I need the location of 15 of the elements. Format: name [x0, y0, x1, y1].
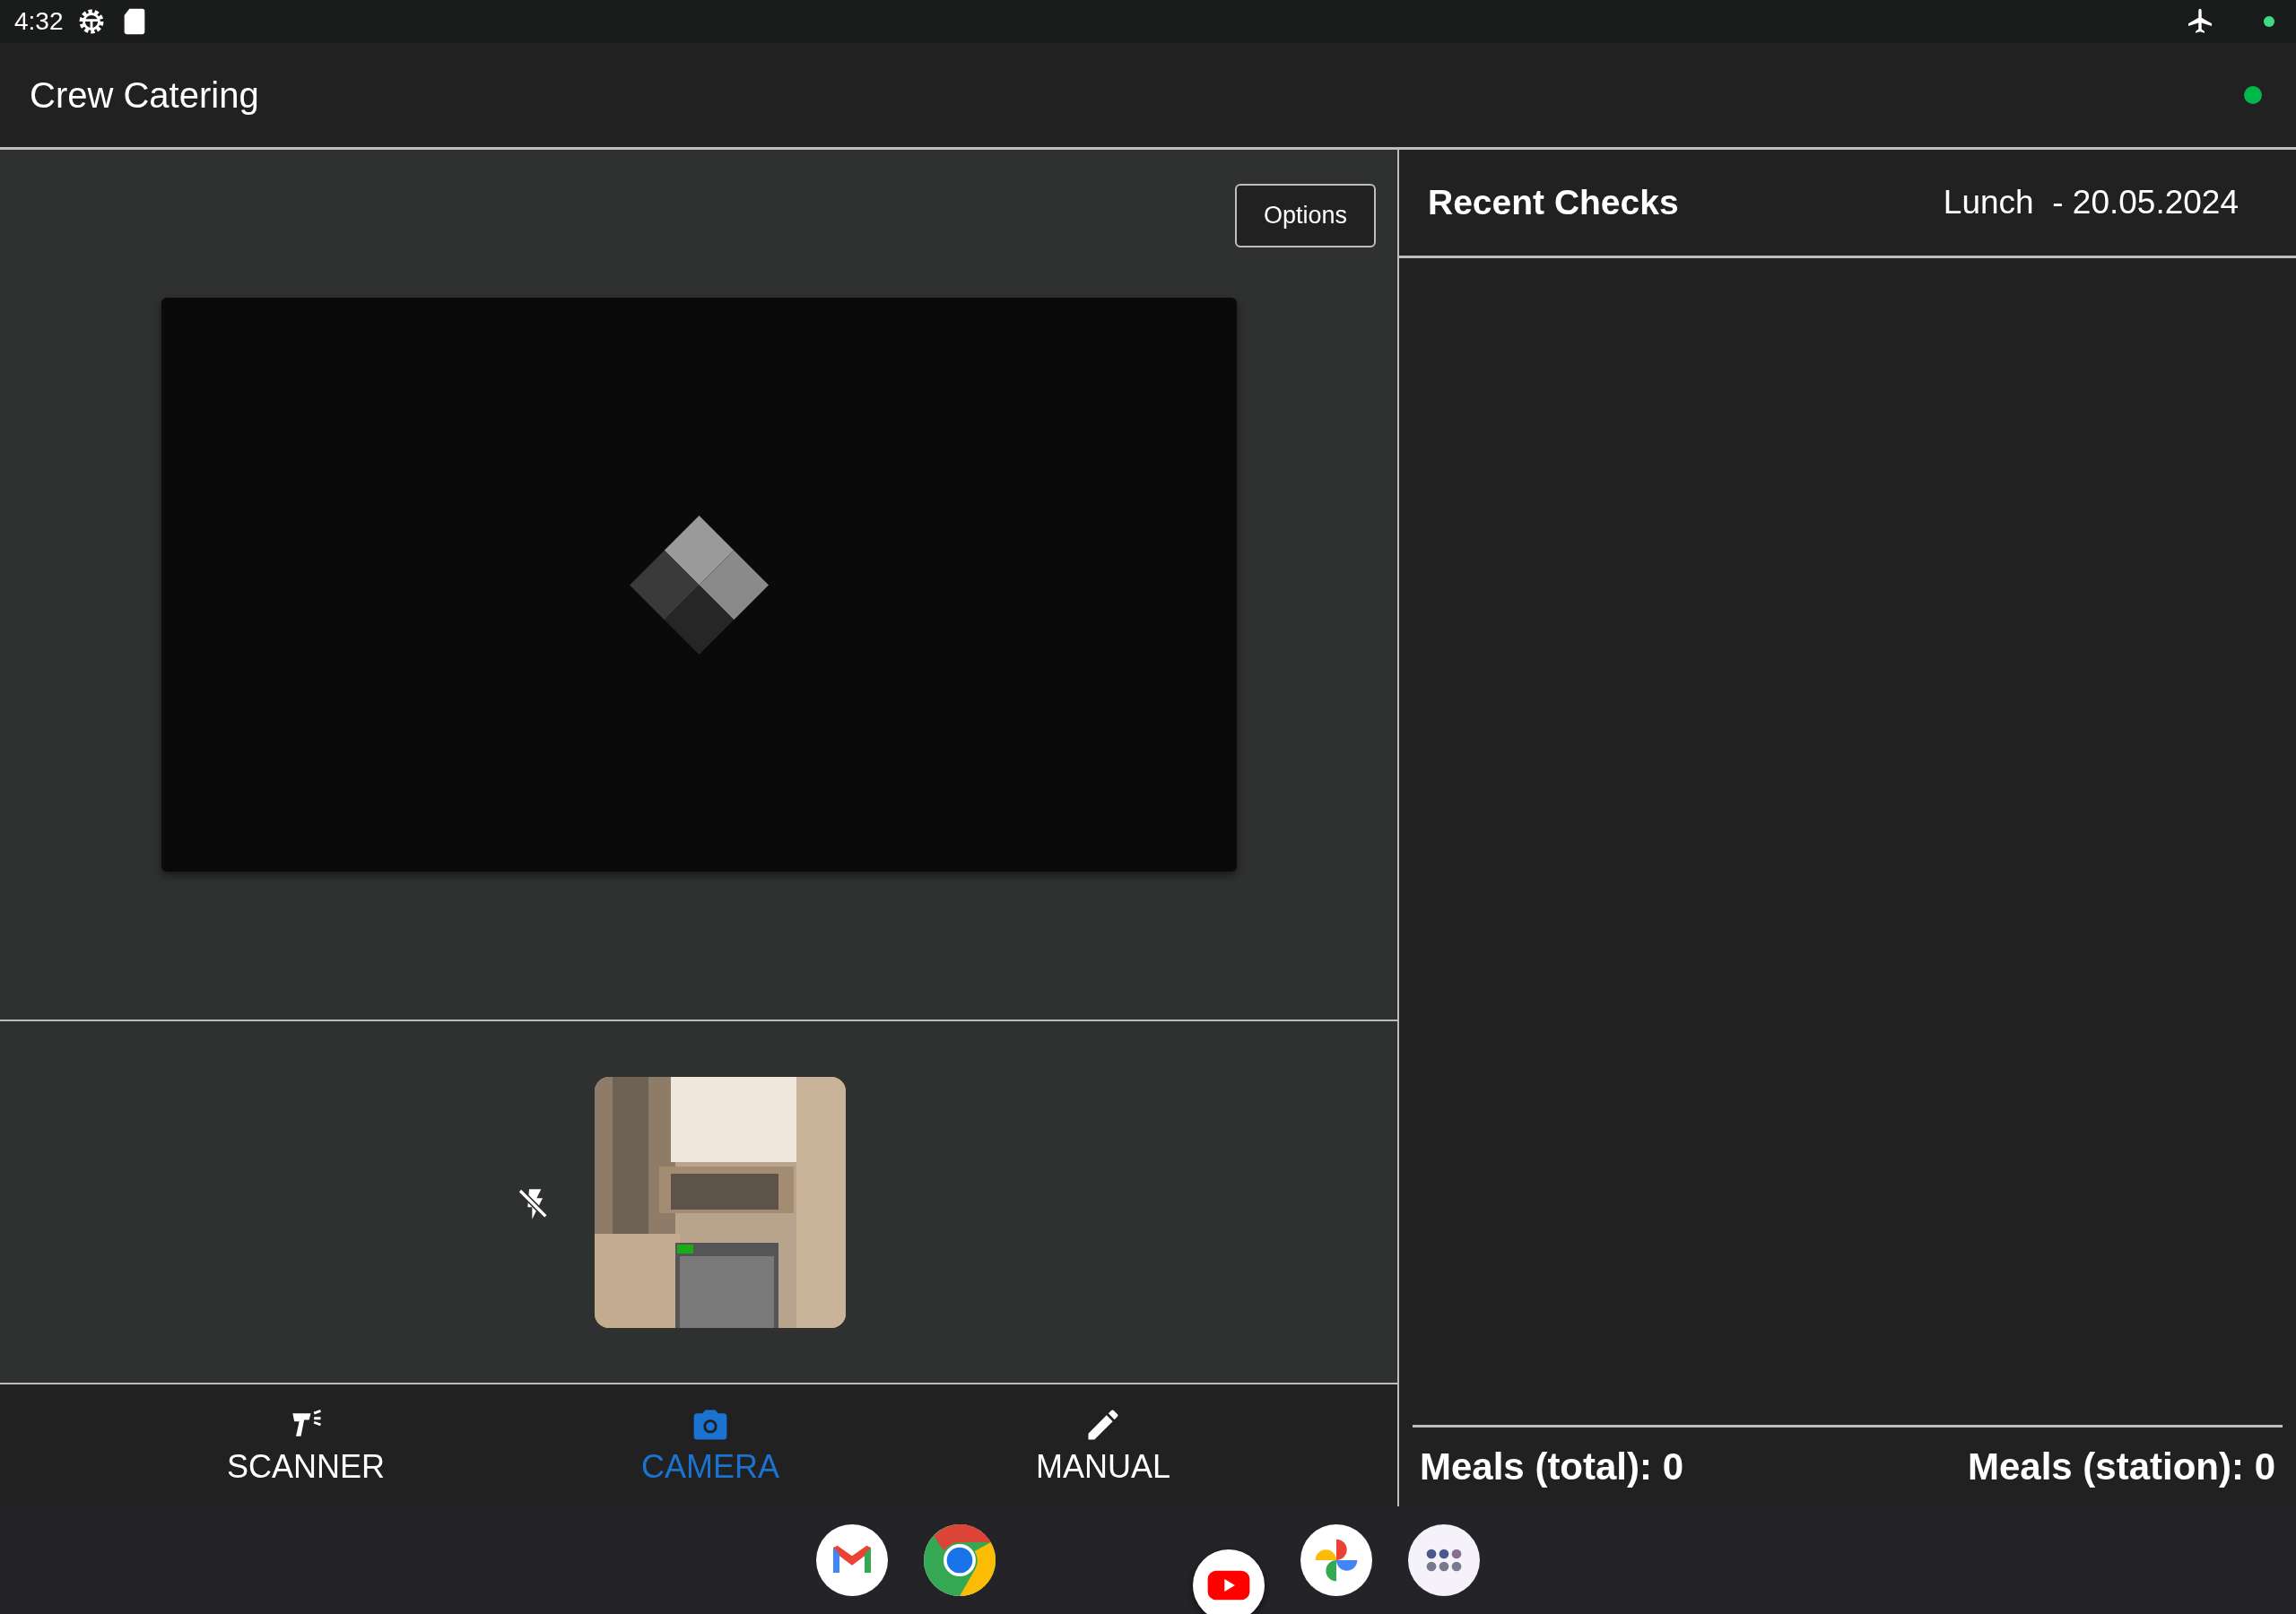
- nav-tab[interactable]: MANUAL: [1027, 1384, 1179, 1506]
- browser-icon: [924, 1524, 996, 1596]
- meal-date: Lunch - 20.05.2024: [1943, 184, 2239, 221]
- loading-diamond-icon: [630, 515, 769, 655]
- app-icon[interactable]: [1193, 1549, 1265, 1614]
- options-button[interactable]: Options: [1234, 184, 1376, 247]
- connection-dot-icon: [2244, 86, 2262, 104]
- status-time: 4:32: [14, 7, 64, 36]
- panel-title: Recent Checks: [1428, 183, 1679, 222]
- nav-tab[interactable]: SCANNER: [218, 1384, 394, 1506]
- meal-count: Meals (total): 0: [1420, 1445, 1684, 1488]
- status-dot-icon: [2264, 16, 2274, 27]
- app-icon[interactable]: [924, 1524, 996, 1596]
- app-title: Crew Catering: [30, 74, 259, 116]
- meal-count: Meals (station): 0: [1967, 1445, 2275, 1488]
